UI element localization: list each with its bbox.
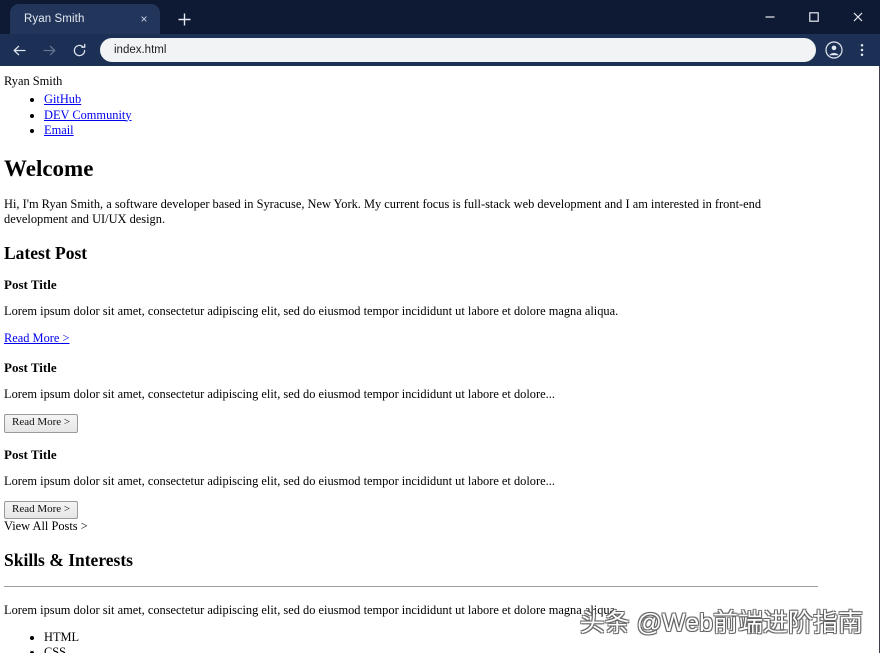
maximize-window-button[interactable] — [792, 0, 836, 34]
window-caption-controls — [748, 0, 880, 34]
list-item: Email — [44, 123, 817, 138]
read-more-button[interactable]: Read More > — [4, 413, 79, 433]
kebab-menu-icon — [854, 42, 870, 58]
site-header: Ryan Smith GitHub DEV Community Email — [4, 74, 817, 138]
view-all-posts-label[interactable]: View All Posts > — [4, 519, 817, 533]
page-viewport: Ryan Smith GitHub DEV Community Email We… — [0, 66, 880, 653]
latest-post-heading: Latest Post — [4, 242, 88, 263]
post-action-wrapper: Read More > — [4, 500, 817, 520]
list-item: HTML — [44, 630, 817, 645]
arrow-right-icon — [41, 42, 58, 59]
arrow-left-icon — [11, 42, 28, 59]
header-link-dev-community[interactable]: DEV Community — [44, 108, 132, 122]
post-title: Post Title — [4, 277, 57, 293]
profile-button[interactable] — [820, 36, 848, 64]
post-title: Post Title — [4, 359, 57, 375]
section-divider — [4, 586, 818, 588]
post-item: Post Title Lorem ipsum dolor sit amet, c… — [4, 277, 817, 346]
post-excerpt: Lorem ipsum dolor sit amet, consectetur … — [4, 386, 555, 401]
browser-toolbar: index.html — [0, 34, 880, 66]
header-link-github[interactable]: GitHub — [44, 92, 81, 106]
address-bar[interactable]: index.html — [100, 38, 816, 62]
browser-tab-active[interactable]: Ryan Smith × — [10, 4, 160, 34]
list-item: DEV Community — [44, 108, 817, 123]
close-window-button[interactable] — [836, 0, 880, 34]
header-link-email[interactable]: Email — [44, 123, 74, 137]
post-title: Post Title — [4, 446, 57, 462]
read-more-link[interactable]: Read More > — [4, 331, 69, 345]
header-nav-list: GitHub DEV Community Email — [4, 92, 817, 137]
post-action-wrapper: Read More > — [4, 413, 817, 433]
close-icon — [852, 11, 864, 23]
tab-strip: Ryan Smith × — [0, 0, 880, 34]
post-excerpt: Lorem ipsum dolor sit amet, consectetur … — [4, 304, 619, 319]
close-tab-icon[interactable]: × — [136, 11, 152, 27]
read-more-button[interactable]: Read More > — [4, 500, 79, 520]
reload-icon — [71, 42, 88, 59]
post-excerpt: Lorem ipsum dolor sit amet, consectetur … — [4, 473, 555, 488]
browser-window: Ryan Smith × index.html Ryan Smith • Git… — [0, 0, 880, 653]
account-avatar-icon — [825, 41, 843, 59]
new-tab-button[interactable] — [170, 5, 198, 33]
post-item: Post Title Lorem ipsum dolor sit amet, c… — [4, 446, 817, 520]
minimize-icon — [764, 11, 776, 23]
address-bar-text[interactable]: index.html — [114, 44, 166, 56]
post-action-wrapper: Read More > — [4, 331, 817, 345]
reload-button[interactable] — [64, 35, 94, 65]
back-button[interactable] — [4, 35, 34, 65]
welcome-heading: Welcome — [4, 155, 94, 181]
tab-title: Ryan Smith — [24, 13, 85, 25]
minimize-window-button[interactable] — [748, 0, 792, 34]
skills-heading: Skills & Interests — [4, 549, 133, 570]
maximize-icon — [808, 11, 820, 23]
skills-description: Lorem ipsum dolor sit amet, consectetur … — [4, 603, 619, 618]
welcome-intro-text: Hi, I'm Ryan Smith, a software developer… — [4, 197, 762, 226]
forward-button[interactable] — [34, 35, 64, 65]
post-item: Post Title Lorem ipsum dolor sit amet, c… — [4, 359, 817, 433]
browser-menu-button[interactable] — [848, 36, 876, 64]
skills-list: HTML CSS — [4, 630, 817, 653]
plus-icon — [177, 12, 192, 27]
page-content: Ryan Smith GitHub DEV Community Email We… — [0, 66, 879, 653]
site-name-header: Ryan Smith — [4, 74, 63, 88]
list-item: CSS — [44, 645, 817, 653]
list-item: GitHub — [44, 92, 817, 107]
